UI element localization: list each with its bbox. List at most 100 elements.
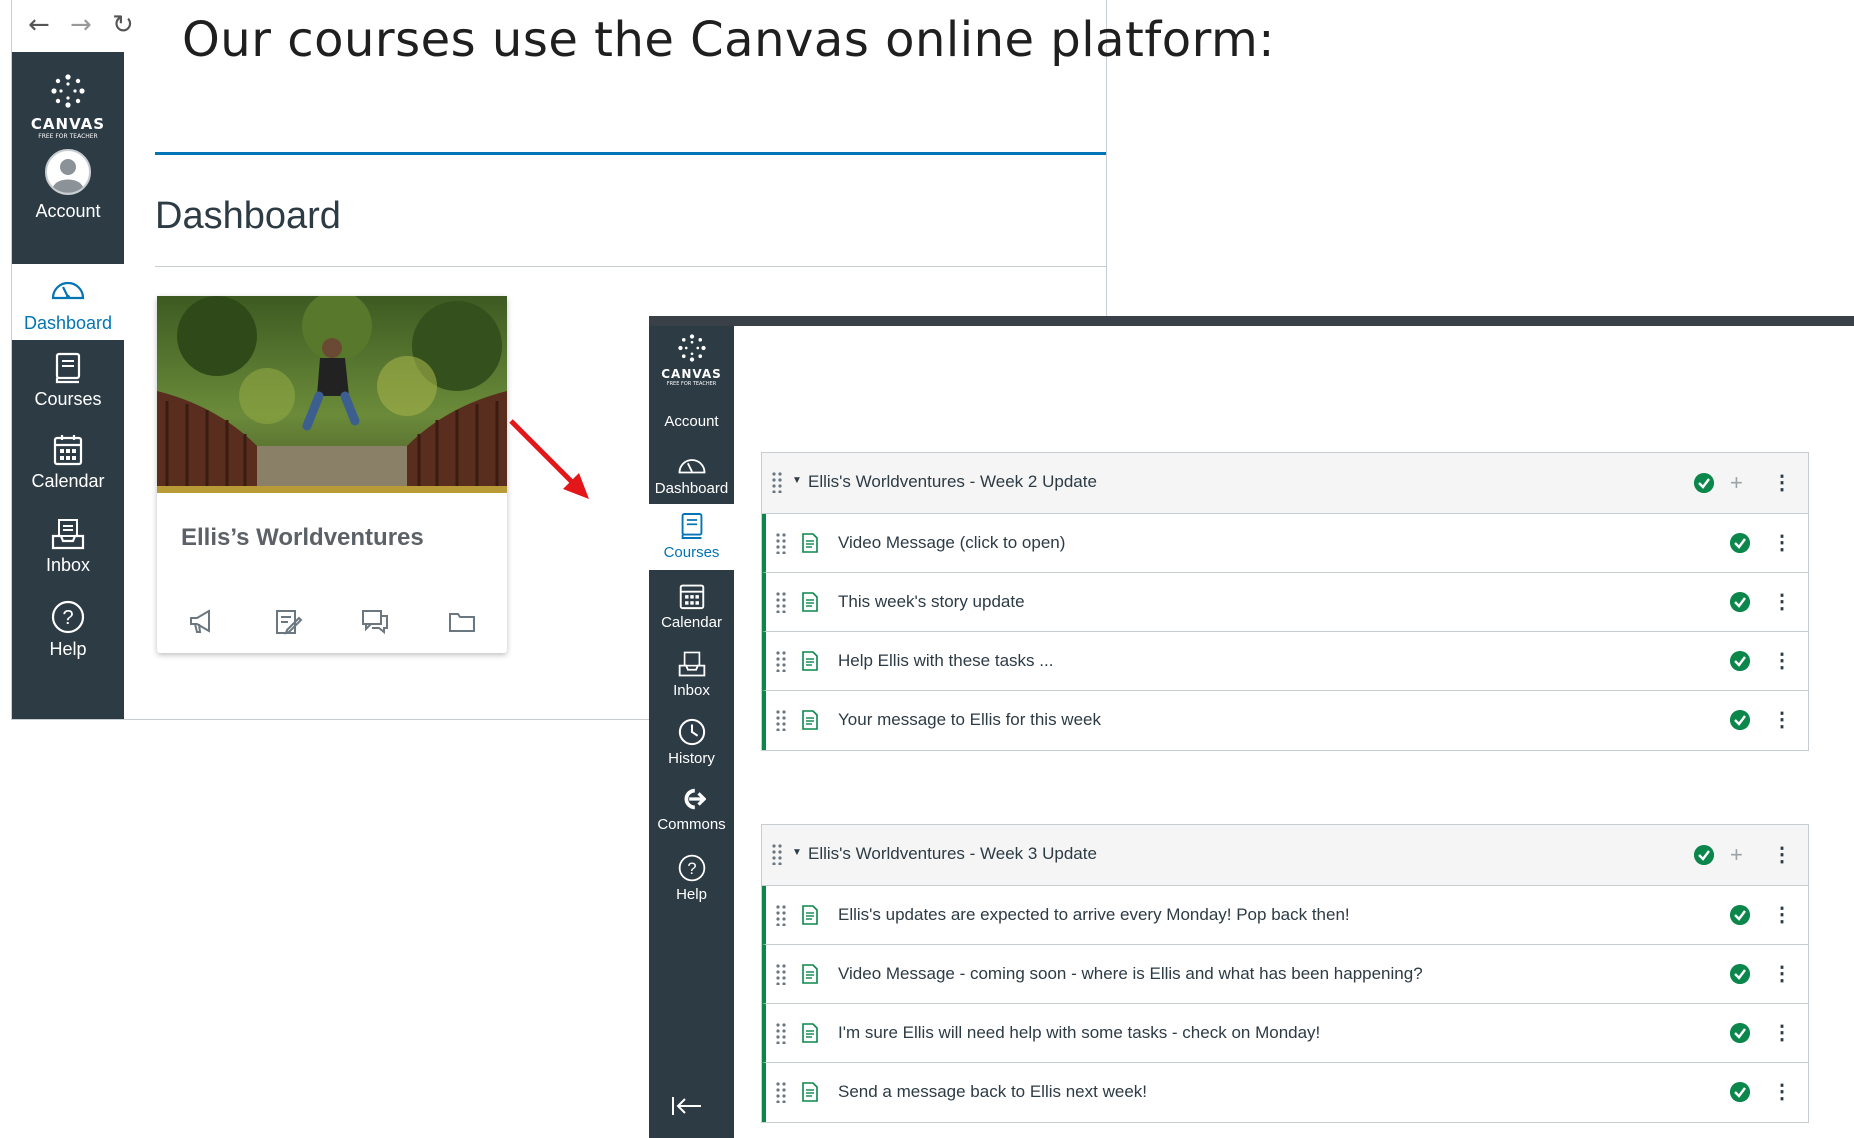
canvas-logo-icon xyxy=(51,74,85,108)
module-item-row[interactable]: Video Message - coming soon - where is E… xyxy=(762,945,1808,1004)
nav2-courses[interactable]: Courses xyxy=(649,504,734,570)
drag-handle-icon[interactable] xyxy=(776,650,786,672)
svg-text:?: ? xyxy=(62,607,73,629)
published-check-icon[interactable] xyxy=(1730,651,1750,671)
published-check-icon[interactable] xyxy=(1694,473,1714,493)
drag-handle-icon[interactable] xyxy=(776,1022,786,1044)
module-item-row[interactable]: Your message to Ellis for this week ⋮ xyxy=(762,691,1808,750)
back-arrow-icon[interactable]: ← xyxy=(28,10,50,40)
page-icon xyxy=(802,964,818,984)
page-icon xyxy=(802,592,818,612)
nav-inbox[interactable]: Inbox xyxy=(12,518,124,576)
published-check-icon[interactable] xyxy=(1694,845,1714,865)
nav2-inbox[interactable]: Inbox xyxy=(649,650,734,699)
nav2-commons-label: Commons xyxy=(657,816,726,833)
course-card-title[interactable]: Ellis’s Worldventures xyxy=(181,524,424,552)
module-item-title[interactable]: This week's story update xyxy=(838,592,1025,612)
kebab-menu-icon[interactable]: ⋮ xyxy=(1772,1023,1792,1043)
kebab-menu-icon[interactable]: ⋮ xyxy=(1772,845,1792,865)
discussions-icon[interactable] xyxy=(360,606,390,636)
drag-handle-icon[interactable] xyxy=(772,843,782,865)
collapse-caret-icon[interactable]: ▼ xyxy=(792,847,802,858)
module-item-title[interactable]: Ellis's updates are expected to arrive e… xyxy=(838,905,1350,925)
module-item-title[interactable]: Video Message - coming soon - where is E… xyxy=(838,964,1423,984)
nav-dashboard[interactable]: Dashboard xyxy=(12,264,124,340)
module-item-row[interactable]: I'm sure Ellis will need help with some … xyxy=(762,1004,1808,1063)
assignments-icon[interactable] xyxy=(273,606,303,636)
nav2-dashboard[interactable]: Dashboard xyxy=(649,454,734,497)
kebab-menu-icon[interactable]: ⋮ xyxy=(1772,533,1792,553)
collapse-caret-icon[interactable]: ▼ xyxy=(792,475,802,486)
page-icon xyxy=(802,533,818,553)
module-item-row[interactable]: This week's story update ⋮ xyxy=(762,573,1808,632)
drag-handle-icon[interactable] xyxy=(776,532,786,554)
global-nav-2: CANVAS FREE FOR TEACHER Account Dashboar… xyxy=(649,326,734,1138)
help-icon-2: ? xyxy=(678,854,705,882)
nav2-help[interactable]: ? Help xyxy=(649,854,734,903)
nav2-commons[interactable]: Commons xyxy=(649,786,734,833)
kebab-menu-icon[interactable]: ⋮ xyxy=(1772,905,1792,925)
nav-help[interactable]: ? Help xyxy=(12,600,124,660)
drag-handle-icon[interactable] xyxy=(776,904,786,926)
nav2-account[interactable]: Account xyxy=(649,413,734,430)
add-item-icon[interactable]: + xyxy=(1730,472,1743,494)
drag-handle-icon[interactable] xyxy=(776,709,786,731)
published-check-icon[interactable] xyxy=(1730,1082,1750,1102)
module-header[interactable]: ▼ Ellis's Worldventures - Week 3 Update … xyxy=(762,825,1808,886)
drag-handle-icon[interactable] xyxy=(772,471,782,493)
module-title[interactable]: Ellis's Worldventures - Week 2 Update xyxy=(808,472,1097,492)
red-arrow-icon xyxy=(509,419,589,499)
dashboard-gauge-icon xyxy=(51,281,85,300)
canvas-logo-2[interactable]: CANVAS FREE FOR TEACHER xyxy=(649,334,734,387)
add-item-icon[interactable]: + xyxy=(1730,844,1743,866)
module-header[interactable]: ▼ Ellis's Worldventures - Week 2 Update … xyxy=(762,453,1808,514)
published-check-icon[interactable] xyxy=(1730,1023,1750,1043)
module-item-title[interactable]: Help Ellis with these tasks ... xyxy=(838,651,1053,671)
kebab-menu-icon[interactable]: ⋮ xyxy=(1772,651,1792,671)
published-check-icon[interactable] xyxy=(1730,592,1750,612)
nav-account[interactable]: Account xyxy=(12,148,124,222)
module-item-title[interactable]: Your message to Ellis for this week xyxy=(838,710,1101,730)
nav-courses[interactable]: Courses xyxy=(12,352,124,410)
kebab-menu-icon[interactable]: ⋮ xyxy=(1772,592,1792,612)
forward-arrow-icon[interactable]: → xyxy=(70,10,92,40)
reload-icon[interactable]: ↻ xyxy=(112,10,134,40)
canvas-logo[interactable]: CANVAS FREE FOR TEACHER xyxy=(12,74,124,140)
page-icon xyxy=(802,1082,818,1102)
collapse-nav-button[interactable] xyxy=(671,1096,703,1121)
published-check-icon[interactable] xyxy=(1730,533,1750,553)
module-item-row[interactable]: Ellis's updates are expected to arrive e… xyxy=(762,886,1808,945)
header-accent-bar xyxy=(155,152,1106,155)
course-card[interactable]: Ellis’s Worldventures xyxy=(157,296,507,653)
nav-calendar[interactable]: Calendar xyxy=(12,434,124,492)
nav-courses-label: Courses xyxy=(34,389,102,409)
nav2-dashboard-label: Dashboard xyxy=(654,480,729,497)
help-icon: ? xyxy=(51,600,85,634)
announcements-icon[interactable] xyxy=(187,606,217,636)
drag-handle-icon[interactable] xyxy=(776,963,786,985)
kebab-menu-icon[interactable]: ⋮ xyxy=(1772,710,1792,730)
module-item-row[interactable]: Video Message (click to open) ⋮ xyxy=(762,514,1808,573)
published-check-icon[interactable] xyxy=(1730,905,1750,925)
nav2-history[interactable]: History xyxy=(649,718,734,767)
modules-screenshot: CANVAS FREE FOR TEACHER Account Dashboar… xyxy=(649,316,1854,1138)
course-card-image[interactable] xyxy=(157,296,507,493)
nav2-calendar[interactable]: Calendar xyxy=(649,582,734,631)
module-title[interactable]: Ellis's Worldventures - Week 3 Update xyxy=(808,844,1097,864)
nav2-inbox-label: Inbox xyxy=(673,682,710,699)
drag-handle-icon[interactable] xyxy=(776,1081,786,1103)
module-item-title[interactable]: Send a message back to Ellis next week! xyxy=(838,1082,1147,1102)
kebab-menu-icon[interactable]: ⋮ xyxy=(1772,473,1792,493)
nav2-calendar-label: Calendar xyxy=(661,614,722,631)
kebab-menu-icon[interactable]: ⋮ xyxy=(1772,964,1792,984)
module-item-title[interactable]: I'm sure Ellis will need help with some … xyxy=(838,1023,1320,1043)
published-check-icon[interactable] xyxy=(1730,964,1750,984)
module-item-title[interactable]: Video Message (click to open) xyxy=(838,533,1065,553)
clock-icon xyxy=(678,718,705,746)
module-item-row[interactable]: Help Ellis with these tasks ... ⋮ xyxy=(762,632,1808,691)
published-check-icon[interactable] xyxy=(1730,710,1750,730)
kebab-menu-icon[interactable]: ⋮ xyxy=(1772,1082,1792,1102)
files-folder-icon[interactable] xyxy=(447,606,477,636)
module-item-row[interactable]: Send a message back to Ellis next week! ⋮ xyxy=(762,1063,1808,1122)
drag-handle-icon[interactable] xyxy=(776,591,786,613)
